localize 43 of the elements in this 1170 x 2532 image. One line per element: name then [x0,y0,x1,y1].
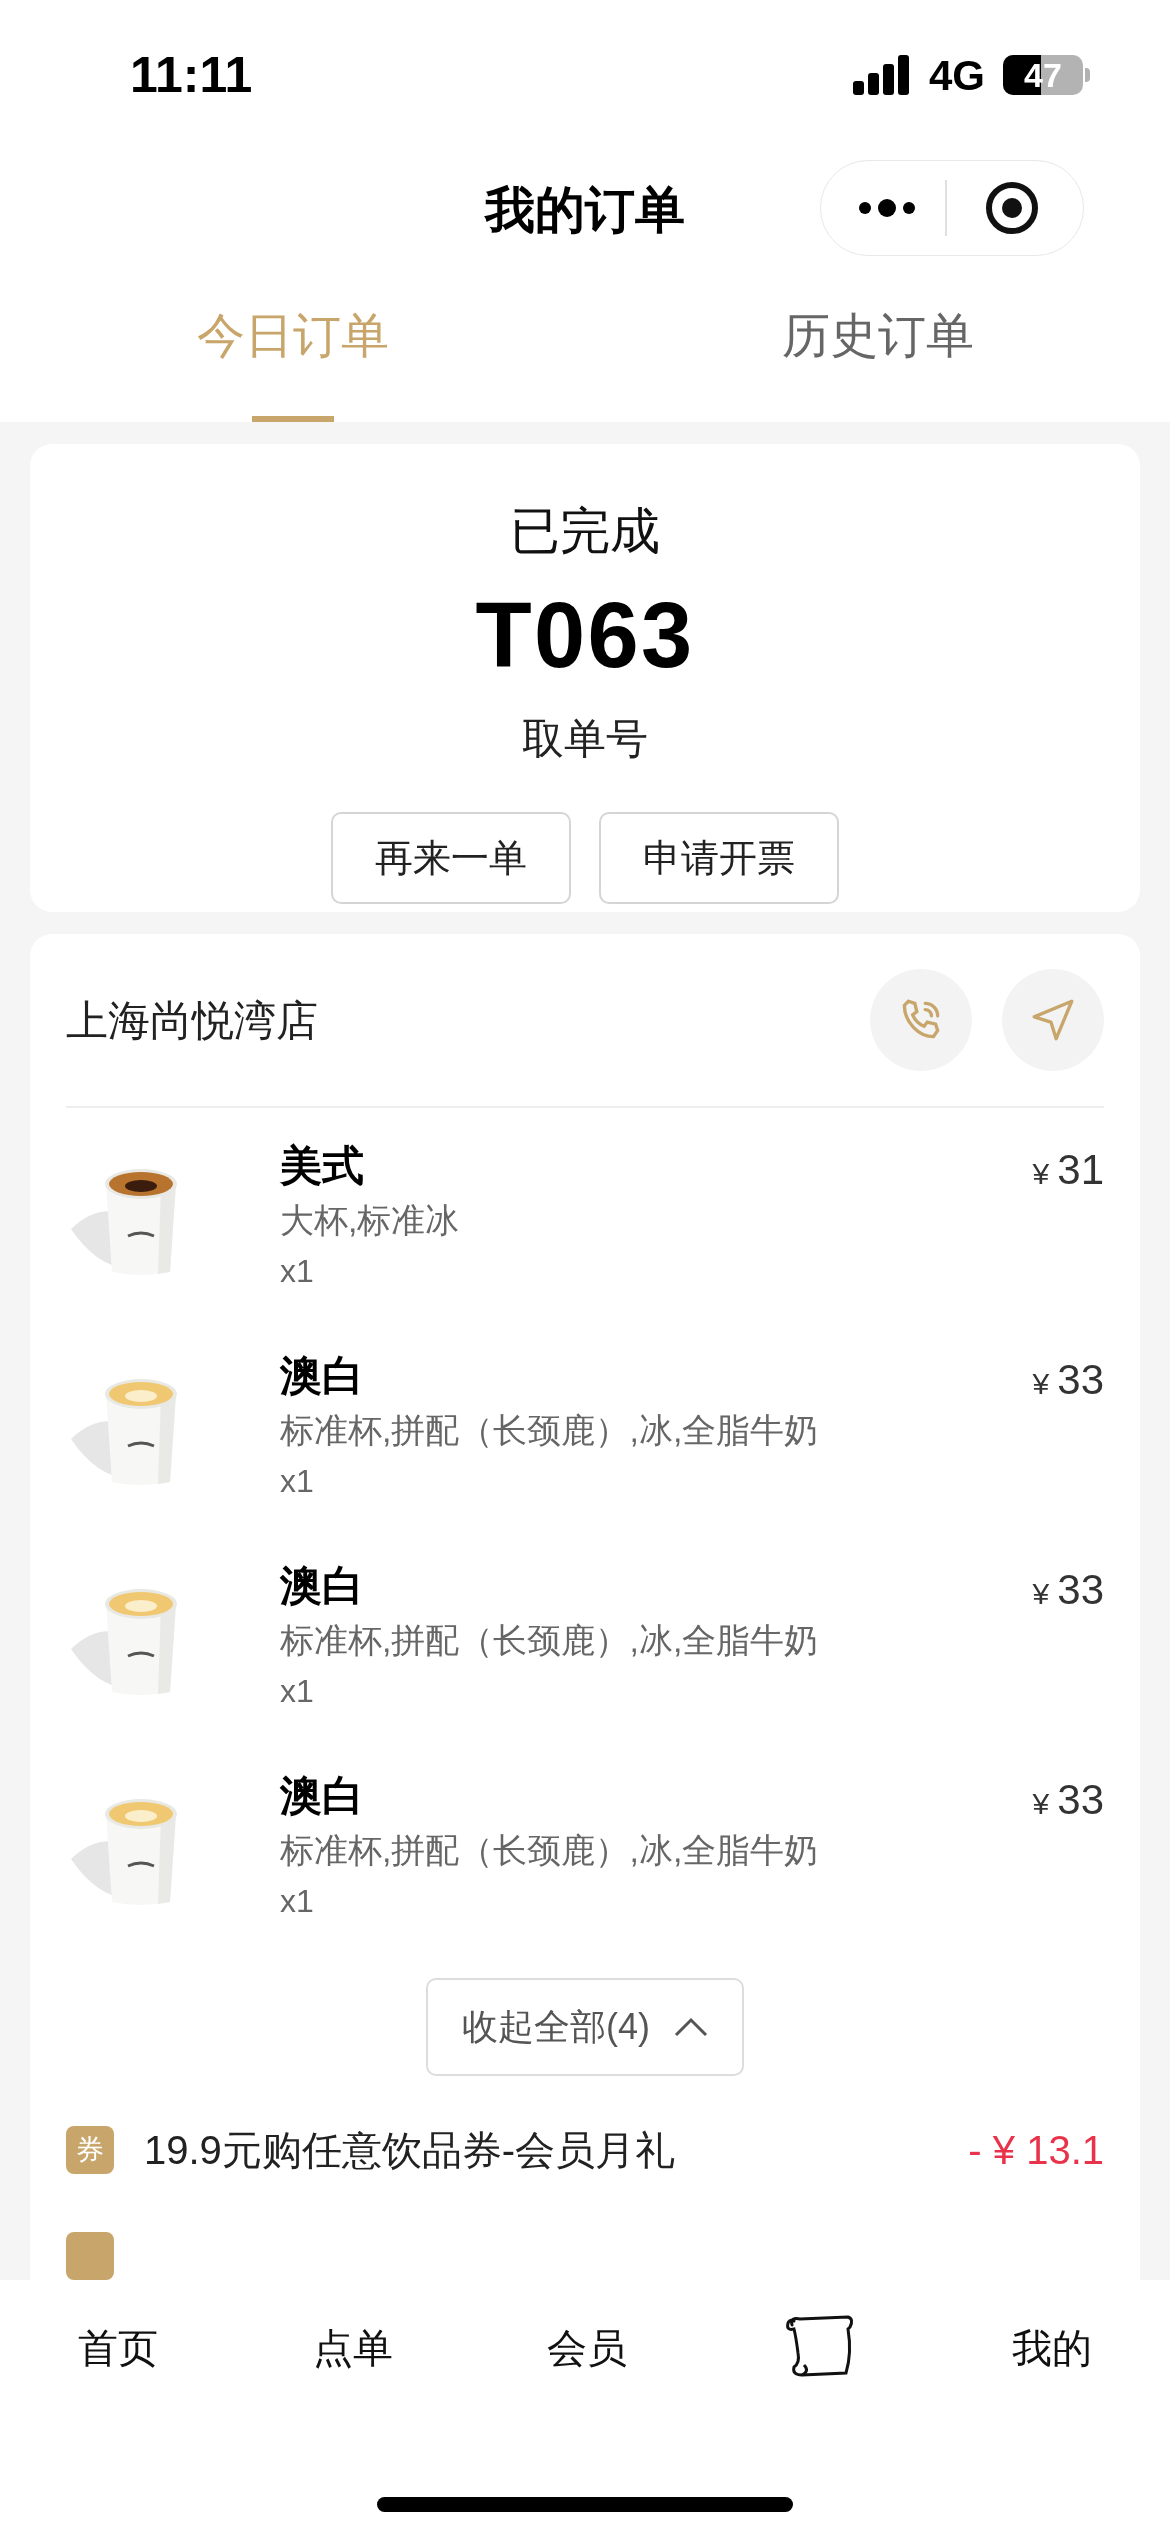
currency-symbol: ¥ [1032,1576,1050,1612]
nav-tab[interactable]: 会员 [547,2317,627,2378]
order-tab[interactable]: 历史订单 [781,300,974,372]
discount-amount: - ¥ 13.1 [968,2127,1104,2174]
signal-icon [852,55,911,95]
nav-tab[interactable]: 我的 [1012,2317,1092,2378]
action-button[interactable]: 再来一单 [331,812,571,904]
network-label: 4G [928,50,985,101]
caret-up-icon [674,2017,708,2037]
coupon-name: 19.9元购任意饮品券-会员月礼 [144,2127,677,2174]
item-price: 33 [1057,1565,1104,1615]
currency-symbol: ¥ [1032,1366,1050,1402]
item-price: 31 [1057,1145,1104,1195]
close-icon[interactable] [985,181,1039,235]
item-options: 标准杯,拼配（长颈鹿）,冰,全脂牛奶 [280,1614,1033,1666]
item-options: 标准杯,拼配（长颈鹿）,冰,全脂牛奶 [280,1404,1033,1456]
item-quantity: x1 [280,1462,315,1501]
status-time: 11:11 [130,45,253,105]
item-name: 澳白 [280,1561,365,1611]
more-icon[interactable] [859,198,915,218]
item-name: 美式 [280,1141,365,1191]
item-name: 澳白 [280,1351,365,1401]
order-status: 已完成 [510,502,660,561]
collapse-button[interactable]: 收起全部(4) [426,1978,744,2076]
item-quantity: x1 [280,1252,315,1291]
item-options: 大杯,标准冰 [280,1194,1033,1246]
item-quantity: x1 [280,1882,315,1921]
item-options: 标准杯,拼配（长颈鹿）,冰,全脂牛奶 [280,1824,1033,1876]
store-name: 上海尚悦湾店 [66,995,318,1046]
pickup-label: 取单号 [522,714,648,764]
item-price: 33 [1057,1355,1104,1405]
action-button[interactable]: 申请开票 [599,812,839,904]
nav-tab[interactable]: 首页 [78,2317,158,2378]
currency-symbol: ¥ [1032,1156,1050,1192]
currency-symbol: ¥ [1032,1786,1050,1822]
pickup-number: T063 [475,589,695,681]
coupon-badge [66,2232,114,2280]
coupon-badge: 券 [66,2126,114,2174]
nav-tab[interactable]: 点单 [312,2317,393,2378]
item-quantity: x1 [280,1672,315,1711]
item-price: 33 [1057,1775,1104,1825]
page-title: 我的订单 [485,180,685,240]
item-name: 澳白 [280,1771,365,1821]
